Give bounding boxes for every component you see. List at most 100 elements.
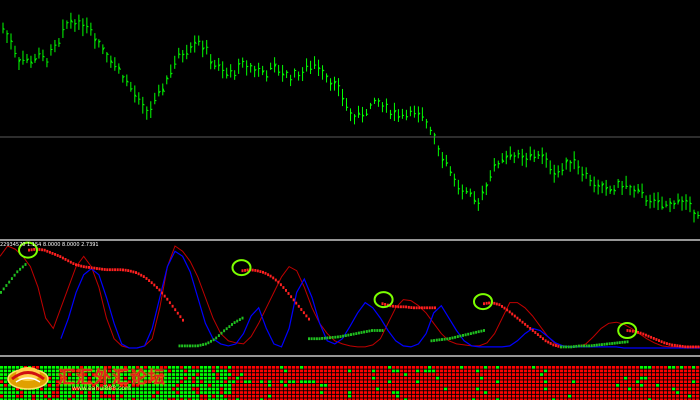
heatmap-cell: [448, 384, 452, 387]
heatmap-cell: [524, 373, 528, 376]
heatmap-cell: [500, 380, 504, 384]
heatmap-cell: [616, 394, 620, 398]
heatmap-cell: [616, 384, 620, 387]
heatmap-cell: [264, 366, 268, 369]
heatmap-cell: [296, 387, 300, 391]
heatmap-cell: [604, 380, 608, 384]
heatmap-cell: [584, 384, 588, 387]
heatmap-cell: [272, 373, 276, 376]
heatmap-cell: [656, 366, 660, 369]
chart-canvas[interactable]: [0, 0, 700, 400]
heatmap-cell: [212, 373, 216, 376]
heatmap-cell: [472, 366, 476, 369]
heatmap-cell: [416, 373, 420, 376]
green-dot: [347, 333, 350, 337]
price-bar-tick: [546, 158, 548, 160]
heatmap-cell: [556, 391, 560, 394]
heatmap-cell: [368, 394, 372, 398]
heatmap-cell: [552, 373, 556, 376]
heatmap-cell: [412, 369, 416, 373]
heatmap-cell: [176, 366, 180, 369]
heatmap-cell: [356, 380, 360, 384]
heatmap-cell: [604, 387, 608, 391]
heatmap-cell: [532, 384, 536, 387]
heatmap-cell: [428, 369, 432, 373]
green-dot: [562, 345, 565, 349]
heatmap-cell: [344, 384, 348, 387]
heatmap-cell: [208, 394, 212, 398]
heatmap-cell: [412, 366, 416, 369]
heatmap-cell: [564, 394, 568, 398]
heatmap-cell: [244, 387, 248, 391]
red-dot: [697, 345, 700, 349]
green-dot: [593, 344, 596, 347]
heatmap-cell: [184, 391, 188, 394]
heatmap-cell: [312, 373, 316, 376]
heatmap-cell: [204, 366, 208, 369]
heatmap-cell: [240, 380, 244, 384]
heatmap-cell: [224, 394, 228, 398]
heatmap-cell: [508, 366, 512, 369]
heatmap-cell: [236, 394, 240, 398]
red-dot: [644, 333, 647, 337]
heatmap-cell: [424, 391, 428, 394]
signal-circle: [373, 291, 394, 309]
heatmap-cell: [388, 380, 392, 384]
heatmap-cell: [696, 394, 700, 398]
green-dot: [477, 330, 480, 334]
heatmap-cell: [684, 387, 688, 391]
heatmap-cell: [212, 384, 216, 387]
heatmap-cell: [652, 376, 656, 380]
red-dot: [56, 254, 59, 257]
red-dot: [658, 339, 660, 342]
heatmap-cell: [584, 380, 588, 384]
heatmap-cell: [352, 384, 356, 387]
heatmap-cell: [676, 391, 680, 394]
red-dot: [122, 268, 124, 272]
heatmap-cell: [580, 380, 584, 384]
heatmap-cell: [488, 394, 492, 398]
heatmap-cell: [484, 369, 488, 373]
green-dot: [350, 333, 352, 336]
heatmap-cell: [328, 394, 332, 398]
heatmap-cell: [212, 391, 216, 394]
heatmap-cell: [608, 380, 612, 384]
green-dot: [600, 343, 603, 346]
green-dot: [228, 325, 231, 328]
heatmap-cell: [608, 373, 612, 376]
heatmap-cell: [260, 376, 264, 380]
green-dot: [334, 335, 337, 339]
heatmap-cell: [364, 369, 368, 373]
heatmap-cell: [284, 369, 288, 373]
green-dot: [215, 336, 218, 340]
heatmap-cell: [180, 366, 184, 369]
heatmap-cell: [284, 373, 288, 376]
heatmap-cell: [628, 369, 632, 373]
heatmap-cell: [632, 366, 636, 369]
red-dot: [544, 339, 547, 343]
green-dot: [433, 339, 436, 342]
heatmap-cell: [484, 384, 488, 387]
red-dot: [46, 249, 49, 253]
red-dot: [114, 268, 117, 272]
heatmap-cell: [340, 369, 344, 373]
heatmap-cell: [652, 373, 656, 376]
red-dot: [256, 269, 259, 273]
heatmap-cell: [276, 380, 280, 384]
heatmap-cell: [244, 380, 248, 384]
heatmap-cell: [416, 391, 420, 394]
heatmap-cell: [612, 387, 616, 391]
heatmap-cell: [400, 369, 404, 373]
red-dot: [33, 248, 36, 251]
red-dot: [272, 276, 275, 280]
heatmap-cell: [360, 391, 364, 394]
heatmap-cell: [216, 391, 220, 394]
heatmap-cell: [568, 391, 572, 394]
heatmap-cell: [192, 387, 196, 391]
heatmap-cell: [644, 391, 648, 394]
red-dot: [671, 343, 674, 347]
heatmap-cell: [376, 387, 380, 391]
heatmap-cell: [232, 369, 236, 373]
green-dot: [223, 329, 226, 333]
heatmap-cell: [276, 366, 280, 369]
